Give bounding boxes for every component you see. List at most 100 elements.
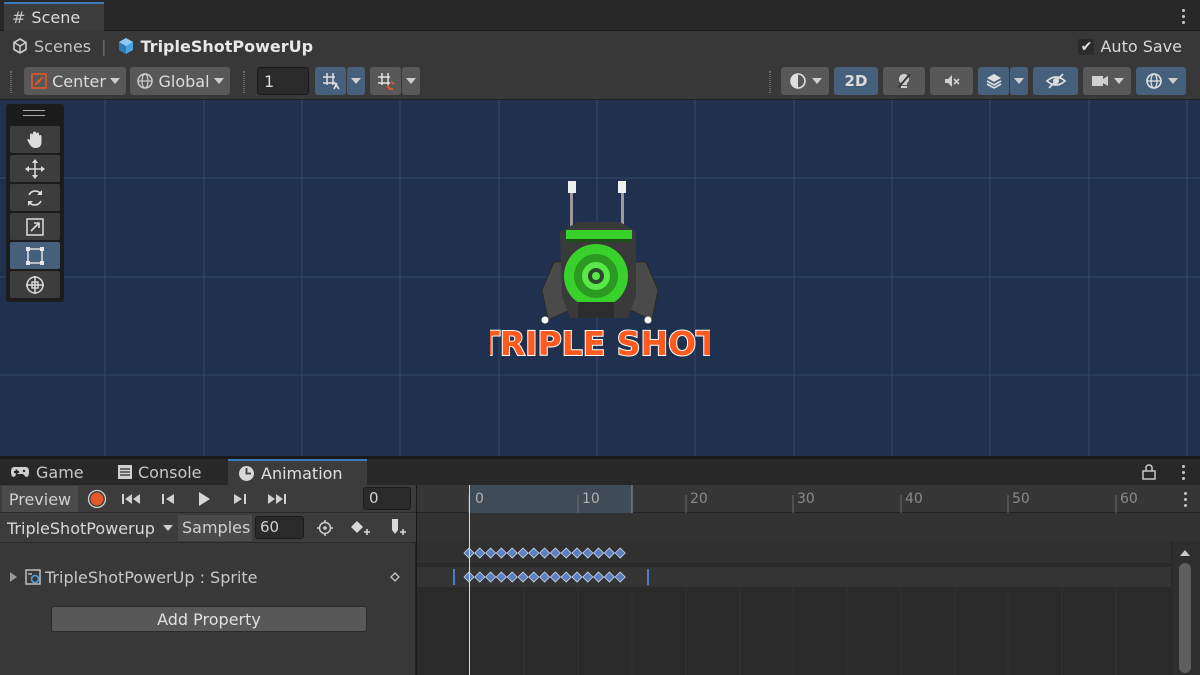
keyframe[interactable] bbox=[571, 571, 583, 583]
keyframe[interactable] bbox=[485, 547, 497, 559]
tab-animation[interactable]: Animation bbox=[228, 459, 367, 485]
toggle-2d-button[interactable]: 2D bbox=[834, 67, 878, 95]
keyframe[interactable] bbox=[582, 547, 594, 559]
move-icon bbox=[25, 158, 45, 179]
scroll-up-icon[interactable] bbox=[1179, 549, 1191, 557]
lock-icon[interactable] bbox=[1142, 464, 1156, 480]
effects-dropdown[interactable] bbox=[1010, 67, 1028, 95]
keyframe[interactable] bbox=[539, 571, 551, 583]
transform-tool-button[interactable] bbox=[10, 271, 60, 298]
keyframe[interactable] bbox=[495, 571, 507, 583]
gizmos-dropdown[interactable] bbox=[1136, 67, 1186, 95]
keyframe[interactable] bbox=[485, 571, 497, 583]
grid-snap-button[interactable] bbox=[315, 67, 346, 95]
expand-arrow-icon[interactable] bbox=[10, 572, 17, 582]
keyframe[interactable] bbox=[517, 571, 529, 583]
playhead[interactable] bbox=[469, 485, 470, 675]
keyframe[interactable] bbox=[571, 547, 583, 559]
grid-increment-field[interactable]: 1 bbox=[257, 67, 309, 95]
keyframe-diamond-icon[interactable] bbox=[389, 571, 401, 583]
hand-tool-button[interactable] bbox=[10, 126, 60, 153]
keyframe[interactable] bbox=[603, 571, 615, 583]
keyframe[interactable] bbox=[474, 571, 486, 583]
keyframe[interactable] bbox=[614, 547, 626, 559]
tab-scene[interactable]: # Scene bbox=[4, 2, 104, 31]
current-frame-field[interactable]: 0 bbox=[363, 487, 411, 510]
keyframe[interactable] bbox=[582, 571, 594, 583]
keyframe[interactable] bbox=[528, 547, 540, 559]
keyframe[interactable] bbox=[506, 571, 518, 583]
selection-bracket-right[interactable] bbox=[647, 569, 649, 585]
scale-tool-button[interactable] bbox=[10, 213, 60, 240]
pivot-rotation-dropdown[interactable]: Global bbox=[130, 67, 230, 95]
animation-timeline[interactable]: 0 10 20 30 40 50 60 bbox=[417, 485, 1200, 675]
breadcrumb-prefab[interactable]: TripleShotPowerUp bbox=[117, 36, 314, 56]
keyframe[interactable] bbox=[549, 547, 561, 559]
camera-settings-dropdown[interactable] bbox=[1083, 67, 1131, 95]
vertical-scrollbar[interactable] bbox=[1173, 541, 1200, 675]
add-event-button[interactable] bbox=[383, 515, 413, 541]
keyframe[interactable] bbox=[593, 571, 605, 583]
next-keyframe-button[interactable] bbox=[224, 486, 256, 512]
keyframe[interactable] bbox=[549, 571, 561, 583]
breadcrumb-prefab-label: TripleShotPowerUp bbox=[140, 36, 314, 56]
rotate-tool-button[interactable] bbox=[10, 184, 60, 211]
summary-keyframes[interactable] bbox=[463, 547, 626, 559]
record-button[interactable] bbox=[82, 486, 112, 512]
selection-bracket-left[interactable] bbox=[453, 569, 455, 585]
auto-save-checkbox[interactable]: ✔ bbox=[1078, 38, 1095, 55]
audio-toggle-button[interactable] bbox=[930, 67, 973, 95]
filter-by-selection-button[interactable] bbox=[311, 515, 339, 541]
animation-menu-icon[interactable] bbox=[1182, 465, 1186, 480]
increment-snap-dropdown[interactable] bbox=[402, 67, 420, 95]
toolbar-grip[interactable] bbox=[243, 71, 245, 93]
breadcrumb-scenes[interactable]: Scenes bbox=[12, 37, 91, 56]
clock-icon bbox=[239, 465, 254, 481]
keyframe[interactable] bbox=[603, 547, 615, 559]
tab-console[interactable]: Console bbox=[118, 459, 202, 485]
auto-save-toggle[interactable]: ✔ Auto Save bbox=[1078, 37, 1182, 56]
keyframe[interactable] bbox=[539, 547, 551, 559]
scene-visibility-button[interactable] bbox=[1033, 67, 1078, 95]
previous-keyframe-button[interactable] bbox=[152, 486, 184, 512]
grid-snap-dropdown[interactable] bbox=[347, 67, 365, 95]
rect-tool-button[interactable] bbox=[10, 242, 60, 269]
toolbar-grip[interactable] bbox=[10, 71, 12, 93]
clip-dropdown[interactable]: TripleShotPowerup bbox=[2, 515, 176, 541]
tripleshot-sprite[interactable]: TRIPLE SHOT bbox=[490, 178, 710, 368]
keyframe[interactable] bbox=[593, 547, 605, 559]
toolbar-grip[interactable] bbox=[769, 71, 771, 93]
hash-icon: # bbox=[12, 8, 26, 27]
skip-to-end-icon bbox=[268, 494, 286, 504]
keyframe[interactable] bbox=[560, 571, 572, 583]
draw-mode-dropdown[interactable] bbox=[781, 67, 829, 95]
keyframe[interactable] bbox=[528, 571, 540, 583]
keyframes-layer bbox=[453, 547, 649, 585]
scrollbar-thumb[interactable] bbox=[1179, 563, 1191, 673]
keyframe[interactable] bbox=[474, 547, 486, 559]
property-row[interactable]: TripleShotPowerUp : Sprite bbox=[0, 565, 416, 589]
scene-viewport[interactable]: TRIPLE SHOT bbox=[0, 100, 1200, 456]
palette-grip[interactable] bbox=[23, 110, 45, 116]
samples-field[interactable]: 60 bbox=[255, 516, 304, 539]
add-property-button[interactable]: Add Property bbox=[51, 606, 367, 632]
keyframe[interactable] bbox=[517, 547, 529, 559]
property-keyframes[interactable] bbox=[463, 571, 626, 583]
scene-menu-icon[interactable] bbox=[1182, 9, 1186, 24]
keyframe[interactable] bbox=[560, 547, 572, 559]
move-tool-button[interactable] bbox=[10, 155, 60, 182]
keyframe[interactable] bbox=[495, 547, 507, 559]
keyframe[interactable] bbox=[614, 571, 626, 583]
increment-snap-button[interactable] bbox=[370, 67, 401, 95]
preview-button[interactable]: Preview bbox=[2, 486, 78, 512]
effects-toggle-button[interactable] bbox=[978, 67, 1009, 95]
first-keyframe-button[interactable] bbox=[116, 486, 148, 512]
keyframe[interactable] bbox=[506, 547, 518, 559]
scene-toolbar: Center Global 1 2D bbox=[0, 61, 1200, 100]
tab-game[interactable]: Game bbox=[10, 459, 84, 485]
pivot-mode-dropdown[interactable]: Center bbox=[24, 67, 126, 95]
last-keyframe-button[interactable] bbox=[260, 486, 292, 512]
add-keyframe-button[interactable] bbox=[344, 515, 378, 541]
lighting-toggle-button[interactable] bbox=[883, 67, 925, 95]
play-button[interactable] bbox=[188, 486, 220, 512]
